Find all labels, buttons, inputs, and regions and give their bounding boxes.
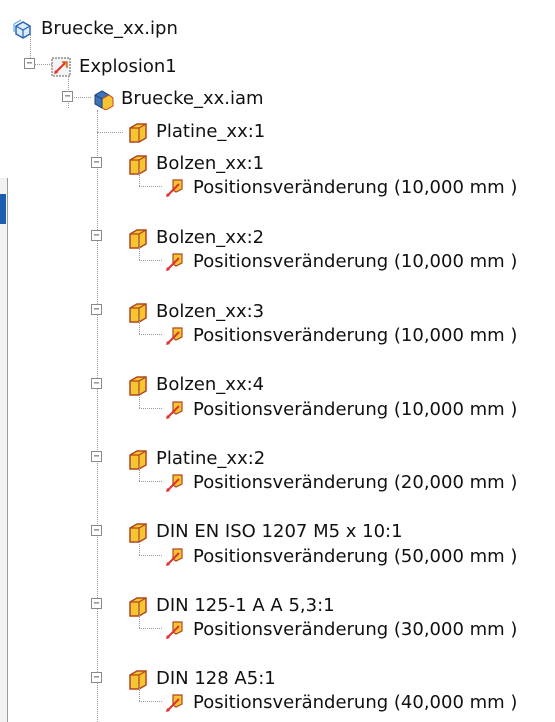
collapse-toggle-explosion[interactable]: − xyxy=(24,58,35,69)
tree-item-position-change[interactable]: Positionsveränderung (30,000 mm ) xyxy=(164,615,517,645)
collapse-toggle-part[interactable]: − xyxy=(91,451,102,462)
tree-item-label: Bolzen_xx:3 xyxy=(156,301,265,322)
tree-item-label: Positionsveränderung (30,000 mm ) xyxy=(193,619,518,640)
part-icon xyxy=(127,301,149,323)
part-icon xyxy=(127,121,149,143)
tree-item-position-change[interactable]: Positionsveränderung (10,000 mm ) xyxy=(164,173,517,203)
part-icon xyxy=(127,521,149,543)
position-change-icon xyxy=(164,619,186,641)
part-icon xyxy=(127,227,149,249)
tree-item-label: Explosion1 xyxy=(79,56,177,77)
tree-item-label: DIN 125-1 A A 5,3:1 xyxy=(156,595,335,616)
tree-item-label: Positionsveränderung (10,000 mm ) xyxy=(193,399,518,420)
tree-line-child-h xyxy=(139,628,162,629)
tree-item-label: Bolzen_xx:1 xyxy=(156,153,265,174)
tree-line-child-h xyxy=(139,555,162,556)
position-change-icon xyxy=(164,251,186,273)
tree-item-label: Positionsveränderung (10,000 mm ) xyxy=(193,251,518,272)
collapse-toggle-assembly[interactable]: − xyxy=(62,91,73,102)
tree-line-child-h xyxy=(139,186,162,187)
position-change-icon xyxy=(164,325,186,347)
tree-item-label: DIN 128 A5:1 xyxy=(156,668,276,689)
tree-item-label: Bolzen_xx:4 xyxy=(156,374,265,395)
tree-line-child-h xyxy=(139,408,162,409)
tree-line-child xyxy=(139,611,140,628)
tree-line-child xyxy=(139,243,140,260)
presentation-file-icon xyxy=(12,18,34,40)
tree-line-child xyxy=(139,464,140,481)
tree-item-assembly[interactable]: Bruecke_xx.iam xyxy=(92,84,264,114)
tree-item-label: Bruecke_xx.ipn xyxy=(41,18,178,39)
tree-line-assembly xyxy=(97,110,98,722)
collapse-toggle-part[interactable]: − xyxy=(91,378,102,389)
collapse-toggle-part[interactable]: − xyxy=(91,157,102,168)
tree-line-child-h xyxy=(139,260,162,261)
tree-item-label: Positionsveränderung (40,000 mm ) xyxy=(193,692,518,713)
tree-line-child-h xyxy=(139,701,162,702)
tree-item-position-change[interactable]: Positionsveränderung (10,000 mm ) xyxy=(164,395,517,425)
part-icon xyxy=(127,668,149,690)
tree-line-child xyxy=(139,391,140,408)
position-change-icon xyxy=(164,399,186,421)
tree-item-label: Positionsveränderung (50,000 mm ) xyxy=(193,546,518,567)
model-browser-panel: Bruecke_xx.ipn − Explosion1 − Bruecke_xx… xyxy=(0,0,555,722)
tree-item-position-change[interactable]: Positionsveränderung (10,000 mm ) xyxy=(164,247,517,277)
collapse-toggle-part[interactable]: − xyxy=(91,598,102,609)
left-panel-border xyxy=(0,178,8,722)
part-icon xyxy=(127,374,149,396)
assembly-icon xyxy=(92,88,114,111)
tree-item-label: Bruecke_xx.iam xyxy=(121,88,264,109)
tree-item-root[interactable]: Bruecke_xx.ipn xyxy=(12,14,178,44)
part-icon xyxy=(127,595,149,617)
part-icon xyxy=(127,448,149,470)
tree-item-position-change[interactable]: Positionsveränderung (20,000 mm ) xyxy=(164,468,517,498)
tree-item-label: Positionsveränderung (20,000 mm ) xyxy=(193,472,518,493)
tree-item-label: DIN EN ISO 1207 M5 x 10:1 xyxy=(156,521,403,542)
tree-line-child xyxy=(139,169,140,186)
tree-item-position-change[interactable]: Positionsveränderung (10,000 mm ) xyxy=(164,321,517,351)
tree-item-label: Bolzen_xx:2 xyxy=(156,227,265,248)
tree-item-label: Positionsveränderung (10,000 mm ) xyxy=(193,177,518,198)
tree-item-label: Platine_xx:2 xyxy=(156,448,266,469)
collapse-toggle-part[interactable]: − xyxy=(91,525,102,536)
explosion-view-icon xyxy=(50,56,72,78)
tree-item-position-change[interactable]: Positionsveränderung (50,000 mm ) xyxy=(164,542,517,572)
position-change-icon xyxy=(164,177,186,199)
part-icon xyxy=(127,153,149,175)
tree-item-position-change[interactable]: Positionsveränderung (40,000 mm ) xyxy=(164,688,517,718)
tree-line-child xyxy=(139,317,140,334)
collapse-toggle-part[interactable]: − xyxy=(91,672,102,683)
tree-line-child-h xyxy=(139,481,162,482)
tree-item-label: Platine_xx:1 xyxy=(156,121,266,142)
tree-line-child xyxy=(139,538,140,555)
tree-item-part[interactable]: Platine_xx:1 xyxy=(127,117,265,147)
collapse-toggle-part[interactable]: − xyxy=(91,304,102,315)
position-change-icon xyxy=(164,692,186,714)
collapse-toggle-part[interactable]: − xyxy=(91,230,102,241)
tree-line-part-0 xyxy=(97,132,123,133)
tree-item-explosion[interactable]: Explosion1 xyxy=(50,52,177,82)
position-change-icon xyxy=(164,472,186,494)
tree-item-label: Positionsveränderung (10,000 mm ) xyxy=(193,325,518,346)
position-change-icon xyxy=(164,546,186,568)
tree-line-child-h xyxy=(139,334,162,335)
tree-line-child xyxy=(139,684,140,701)
